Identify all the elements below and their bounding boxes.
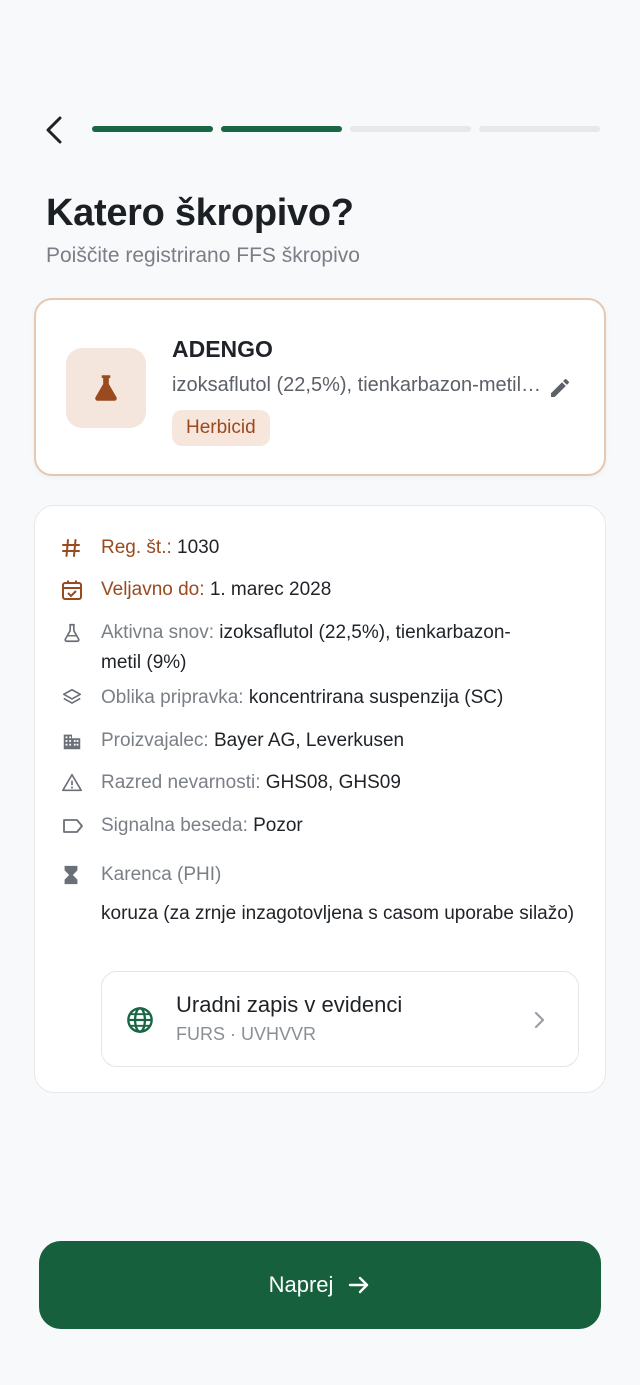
official-registry-link[interactable]: Uradni zapis v evidenci FURS · UVHVVR bbox=[101, 971, 579, 1067]
top-bar bbox=[40, 112, 600, 148]
formulation-label: Oblika pripravka: bbox=[101, 687, 244, 708]
product-active-substance: izoksaflutol (22,5%), tienkarbazon-metil… bbox=[172, 374, 544, 396]
progress-step-3 bbox=[350, 126, 471, 132]
product-name: ADENGO bbox=[172, 336, 273, 362]
hash-icon bbox=[61, 533, 89, 563]
active-label: Aktivna snov: bbox=[101, 622, 214, 643]
chevron-right-icon bbox=[534, 1011, 545, 1029]
manufacturer-value: Bayer AG, Leverkusen bbox=[214, 730, 405, 751]
detail-phi: Karenca (PHI) bbox=[61, 860, 581, 890]
label-tag-icon bbox=[61, 811, 89, 841]
hourglass-icon bbox=[61, 860, 89, 890]
chevron-left-icon bbox=[46, 116, 62, 144]
flask-icon bbox=[95, 375, 117, 401]
signal-word-label: Signalna beseda: bbox=[101, 815, 248, 836]
manufacturer-label: Proizvajalec: bbox=[101, 730, 209, 751]
detail-active-substance: Aktivna snov: izoksaflutol (22,5%), tien… bbox=[61, 618, 581, 678]
registry-link-subtitle: FURS · UVHVVR bbox=[176, 1024, 317, 1044]
progress-step-2 bbox=[221, 126, 342, 132]
phi-value: koruza (za zrnje inzagotovljena s casom … bbox=[101, 903, 575, 924]
building-icon bbox=[61, 726, 89, 756]
product-details-card: Reg. št.: 1030 Veljavno do: 1. marec 202… bbox=[34, 505, 606, 1093]
flask-outline-icon bbox=[61, 618, 89, 648]
detail-hazard-class: Razred nevarnosti: GHS08, GHS09 bbox=[61, 768, 581, 798]
arrow-right-icon bbox=[349, 1276, 369, 1294]
next-button[interactable]: Naprej bbox=[39, 1241, 601, 1329]
category-badge: Herbicid bbox=[172, 410, 270, 446]
phi-label: Karenca (PHI) bbox=[101, 864, 222, 885]
reg-no-value: 1030 bbox=[177, 537, 220, 558]
valid-until-value: 1. marec 2028 bbox=[209, 579, 332, 600]
hazard-class-label: Razred nevarnosti: bbox=[101, 772, 261, 793]
selected-product-card[interactable]: ADENGO izoksaflutol (22,5%), tienkarbazo… bbox=[34, 298, 606, 476]
detail-manufacturer: Proizvajalec: Bayer AG, Leverkusen bbox=[61, 726, 581, 756]
reg-no-label: Reg. št.: bbox=[101, 537, 172, 558]
valid-until-label: Veljavno do: bbox=[101, 579, 205, 600]
product-icon-tile bbox=[66, 348, 146, 428]
detail-valid-until: Veljavno do: 1. marec 2028 bbox=[61, 575, 581, 605]
page-subtitle: Poiščite registrirano FFS škropivo bbox=[46, 244, 360, 267]
next-button-label: Naprej bbox=[268, 1272, 334, 1297]
calendar-check-icon bbox=[61, 575, 89, 605]
edit-product-button[interactable] bbox=[546, 374, 574, 402]
pencil-icon bbox=[551, 378, 569, 397]
detail-signal-word: Signalna beseda: Pozor bbox=[61, 811, 581, 841]
detail-reg-no: Reg. št.: 1030 bbox=[61, 533, 581, 563]
warning-icon bbox=[61, 768, 89, 798]
progress-step-1 bbox=[92, 126, 213, 132]
detail-formulation: Oblika pripravka: koncentrirana suspenzi… bbox=[61, 683, 581, 713]
back-button[interactable] bbox=[40, 112, 68, 148]
formulation-value: koncentrirana suspenzija (SC) bbox=[248, 687, 504, 708]
progress-step-4 bbox=[479, 126, 600, 132]
globe-icon bbox=[127, 1007, 153, 1033]
signal-word-value: Pozor bbox=[253, 815, 303, 836]
registry-link-title: Uradni zapis v evidenci bbox=[176, 992, 403, 1017]
layers-icon bbox=[61, 683, 89, 713]
page-title: Katero škropivo? bbox=[46, 192, 354, 234]
active-value: izoksaflutol (22,5%), tienkarbazon- bbox=[219, 622, 511, 643]
step-progress bbox=[92, 126, 600, 134]
active-value-cont: metil (9%) bbox=[101, 652, 187, 673]
hazard-class-value: GHS08, GHS09 bbox=[265, 772, 401, 793]
